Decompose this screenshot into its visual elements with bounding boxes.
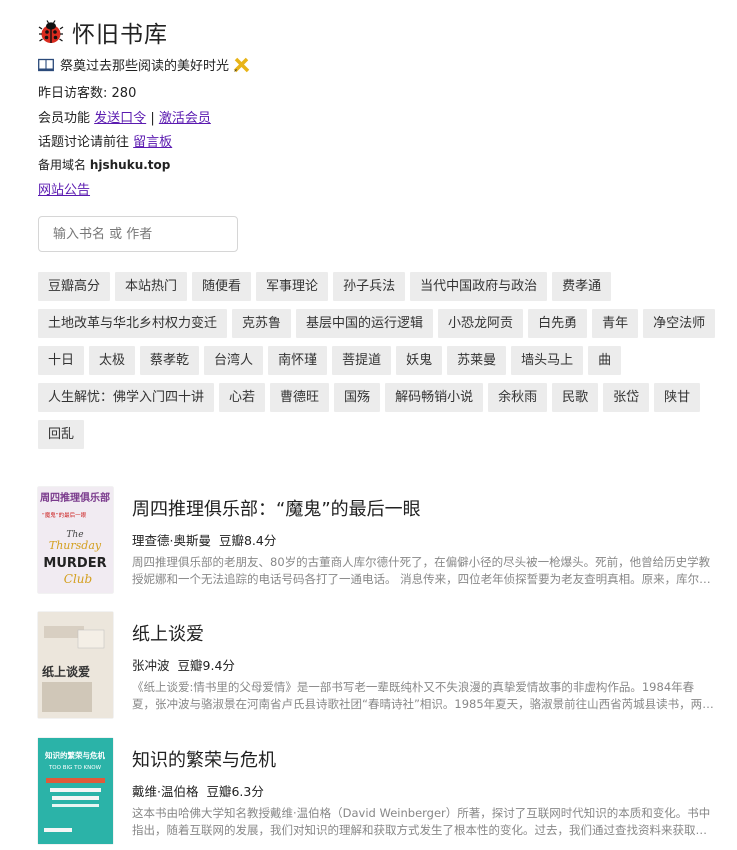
svg-text:“魔鬼”的最后一眼: “魔鬼”的最后一眼 — [42, 511, 87, 519]
tag-chip[interactable]: 太极 — [89, 346, 136, 375]
book-info: 纸上谈爱 张冲波 豆瓣9.4分 《纸上谈爱:情书里的父母爱情》是一部书写老一辈既纯… — [132, 620, 714, 713]
tag-chip[interactable]: 曹德旺 — [270, 383, 330, 412]
tag-chip[interactable]: 曲 — [588, 346, 622, 375]
separator: | — [150, 111, 155, 126]
svg-text:纸上谈爱: 纸上谈爱 — [42, 664, 90, 679]
tag-chip[interactable]: 余秋雨 — [488, 383, 548, 412]
book-meta: 戴维·温伯格 豆瓣6.3分 — [132, 781, 714, 800]
tag-chip[interactable]: 孙子兵法 — [333, 272, 406, 301]
member-label: 会员功能 — [38, 111, 91, 126]
tag-chip[interactable]: 本站热门 — [115, 272, 188, 301]
book-description: 这本书由哈佛大学知名教授戴维·温伯格（David Weinberger）所著，探… — [132, 806, 711, 837]
tag-chip[interactable]: 妖鬼 — [396, 346, 443, 375]
tag-cloud: 豆瓣高分 本站热门 随便看 军事理论 孙子兵法 当代中国政府与政治 费孝通土地改革与华北乡村… — [38, 272, 718, 449]
tag-chip[interactable]: 随便看 — [192, 272, 252, 301]
tag-chip[interactable]: 基层中国的运行逻辑 — [296, 309, 434, 338]
book-cover[interactable]: 周四推理俱乐部 “魔鬼”的最后一眼 The Thursday MURDER Cl… — [38, 487, 113, 593]
backup-domain-label: 备用域名 — [38, 158, 87, 172]
tag-chip[interactable]: 回乱 — [38, 420, 85, 449]
book-author: 戴维·温伯格 — [132, 784, 199, 799]
backup-domain: hjshuku.top — [89, 158, 171, 172]
tagline: 祭奠过去那些阅读的美好时光 — [60, 59, 230, 74]
tag-chip[interactable]: 豆瓣高分 — [38, 272, 111, 301]
tag-chip[interactable]: 小恐龙阿贡 — [438, 309, 524, 338]
pencil-icon — [233, 57, 250, 73]
cover-thursday-murder-club: 周四推理俱乐部 “魔鬼”的最后一眼 The Thursday MURDER Cl… — [38, 487, 113, 593]
ladybug-icon — [38, 20, 64, 43]
book-item[interactable]: 纸上谈爱 纸上谈爱 张冲波 豆瓣9.4分 《纸上谈爱:情书里的父母爱情》是一部书写… — [38, 612, 718, 718]
cover-paper-love: 纸上谈爱 — [38, 612, 113, 718]
svg-text:周四推理俱乐部: 周四推理俱乐部 — [40, 491, 110, 504]
discuss-row: 话题讨论请前往 留言板 — [38, 131, 172, 150]
tag-chip[interactable]: 军事理论 — [256, 272, 329, 301]
site-header: 怀旧书库 — [38, 16, 168, 48]
tag-chip[interactable]: 解码畅销小说 — [385, 383, 484, 412]
message-board-link[interactable]: 留言板 — [133, 135, 172, 150]
member-row: 会员功能 发送口令 | 激活会员 — [38, 107, 211, 126]
tag-chip[interactable]: 国殇 — [334, 383, 381, 412]
visitors-count: 280 — [111, 86, 137, 101]
tag-chip[interactable]: 青年 — [592, 309, 639, 338]
tag-chip[interactable]: 费孝通 — [552, 272, 612, 301]
tag-chip[interactable]: 蔡孝乾 — [140, 346, 200, 375]
tag-chip[interactable]: 墙头马上 — [511, 346, 584, 375]
book-item[interactable]: 周四推理俱乐部 “魔鬼”的最后一眼 The Thursday MURDER Cl… — [38, 487, 718, 593]
svg-text:知识的繁荣与危机: 知识的繁荣与危机 — [45, 750, 105, 760]
open-book-icon — [38, 58, 54, 72]
announcement-row: 网站公告 — [38, 179, 90, 198]
book-author: 张冲波 — [132, 658, 170, 673]
book-meta: 理查德·奥斯曼 豆瓣8.4分 — [132, 530, 714, 549]
tag-chip[interactable]: 菩提道 — [332, 346, 392, 375]
activate-member-link[interactable]: 激活会员 — [159, 111, 211, 126]
send-password-link[interactable]: 发送口令 — [94, 111, 146, 126]
svg-text:MURDER: MURDER — [43, 556, 106, 571]
tag-chip[interactable]: 人生解忧：佛学入门四十讲 — [38, 383, 215, 412]
tag-chip[interactable]: 张岱 — [603, 383, 650, 412]
tag-chip[interactable]: 民歌 — [552, 383, 599, 412]
announcement-link[interactable]: 网站公告 — [38, 183, 90, 198]
book-cover[interactable]: 知识的繁荣与危机 TOO BIG TO KNOW — [38, 738, 113, 844]
tag-chip[interactable]: 苏莱曼 — [447, 346, 507, 375]
svg-text:TOO BIG TO KNOW: TOO BIG TO KNOW — [48, 765, 102, 771]
visitors-row: 昨日访客数: 280 — [38, 82, 136, 101]
tag-chip[interactable]: 南怀瑾 — [268, 346, 328, 375]
tag-chip[interactable]: 心若 — [219, 383, 266, 412]
book-title[interactable]: 纸上谈爱 — [132, 620, 714, 646]
book-cover[interactable]: 纸上谈爱 — [38, 612, 113, 718]
book-author: 理查德·奥斯曼 — [132, 533, 211, 548]
search-input[interactable] — [38, 216, 238, 252]
tag-chip[interactable]: 陕甘 — [654, 383, 701, 412]
tag-chip[interactable]: 当代中国政府与政治 — [410, 272, 548, 301]
svg-text:Club: Club — [64, 572, 92, 586]
book-title[interactable]: 知识的繁荣与危机 — [132, 746, 714, 772]
backup-domain-row: 备用域名 hjshuku.top — [38, 156, 170, 173]
book-meta: 张冲波 豆瓣9.4分 — [132, 655, 714, 674]
visitors-label: 昨日访客数: — [38, 86, 108, 101]
book-item[interactable]: 知识的繁荣与危机 TOO BIG TO KNOW 知识的繁荣与危机 戴维·温伯格… — [38, 738, 718, 844]
cover-too-big-to-know: 知识的繁荣与危机 TOO BIG TO KNOW — [38, 738, 113, 844]
book-rating: 豆瓣8.4分 — [218, 533, 277, 548]
book-description: 《纸上谈爱:情书里的父母爱情》是一部书写老一辈既纯朴又不失浪漫的真挚爱情故事的非… — [132, 680, 714, 711]
book-info: 周四推理俱乐部：“魔鬼”的最后一眼 理查德·奥斯曼 豆瓣8.4分 周四推理俱乐部的… — [132, 495, 714, 588]
tag-chip[interactable]: 十日 — [38, 346, 85, 375]
tag-chip[interactable]: 土地改革与华北乡村权力变迁 — [38, 309, 228, 338]
tag-chip[interactable]: 台湾人 — [204, 346, 264, 375]
book-title[interactable]: 周四推理俱乐部：“魔鬼”的最后一眼 — [132, 495, 714, 521]
book-rating: 豆瓣6.3分 — [206, 784, 264, 799]
tag-chip[interactable]: 净空法师 — [643, 309, 716, 338]
svg-text:Thursday: Thursday — [49, 539, 102, 552]
tagline-row: 祭奠过去那些阅读的美好时光 — [38, 55, 251, 74]
book-info: 知识的繁荣与危机 戴维·温伯格 豆瓣6.3分 这本书由哈佛大学知名教授戴维·温伯格… — [132, 746, 714, 839]
tag-chip[interactable]: 白先勇 — [528, 309, 588, 338]
site-title: 怀旧书库 — [72, 22, 168, 48]
discuss-label: 话题讨论请前往 — [38, 135, 130, 150]
tag-chip[interactable]: 克苏鲁 — [232, 309, 292, 338]
book-description: 周四推理俱乐部的老朋友、80岁的古董商人库尔德什死了，在偏僻小径的尽头被一枪爆头… — [132, 555, 711, 586]
book-rating: 豆瓣9.4分 — [177, 658, 235, 673]
